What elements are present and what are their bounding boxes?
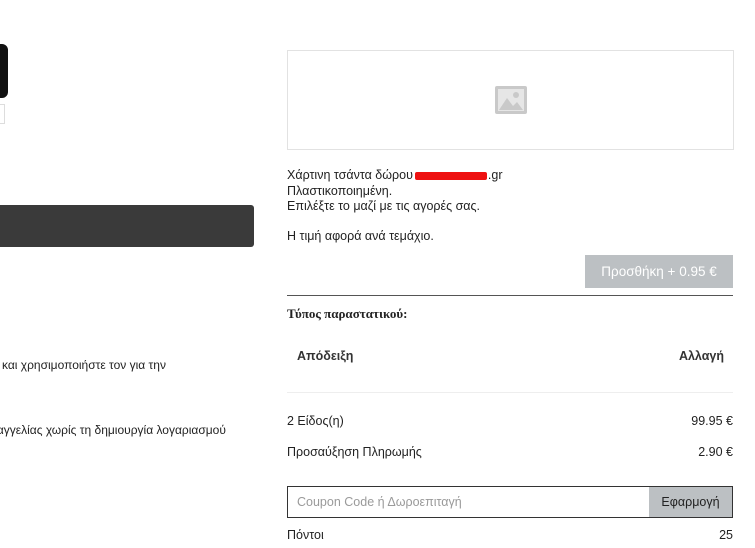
- surcharge-value: 2.90 €: [698, 445, 733, 459]
- items-row: 2 Είδος(η) 99.95 €: [287, 412, 733, 430]
- left-info-text-1: ό και χρησιμοποιήστε τον για την: [0, 358, 166, 372]
- change-document-link[interactable]: Αλλαγή: [679, 349, 724, 363]
- points-label: Πόντοι: [287, 528, 324, 542]
- left-panel: ό και χρησιμοποιήστε τον για την ς ραγγε…: [0, 0, 262, 548]
- surcharge-label: Προσαύξηση Πληρωμής: [287, 445, 422, 459]
- coupon-input[interactable]: [288, 487, 649, 517]
- left-info-text-3: ραγγελίας χωρίς τη δημιουργία λογαριασμο…: [0, 423, 226, 437]
- add-gift-bag-button[interactable]: Προσθήκη + 0.95 €: [585, 255, 733, 288]
- coupon-form: Εφαρμογή: [287, 486, 733, 518]
- points-row: Πόντοι 25: [287, 526, 733, 544]
- document-type-label: Τύπος παραστατικού:: [287, 306, 408, 321]
- section-divider: [287, 295, 733, 296]
- points-value: 25: [719, 528, 733, 542]
- desc-line-1: Χάρτινη τσάντα δώρου .gr: [287, 168, 733, 184]
- apply-coupon-button[interactable]: Εφαρμογή: [649, 487, 732, 517]
- desc-line-1-suffix: .gr: [487, 168, 503, 182]
- desc-line-2: Πλαστικοποιημένη.: [287, 183, 393, 198]
- payment-surcharge-row: Προσαύξηση Πληρωμής 2.90 €: [287, 443, 733, 461]
- product-description: Χάρτινη τσάντα δώρου .gr Πλαστικοποιημένη…: [287, 168, 733, 215]
- left-action-bar[interactable]: [0, 205, 254, 247]
- price-note: Η τιμή αφορά ανά τεμάχιο.: [287, 229, 434, 243]
- dark-thumbnail-box[interactable]: [0, 44, 8, 98]
- order-summary-panel: Χάρτινη τσάντα δώρου .gr Πλαστικοποιημένη…: [287, 0, 734, 548]
- desc-line-1-prefix: Χάρτινη τσάντα δώρου: [287, 168, 413, 182]
- document-type-value: Απόδειξη: [297, 349, 354, 363]
- small-input-box[interactable]: [0, 104, 5, 124]
- items-label: 2 Είδος(η): [287, 414, 344, 428]
- items-value: 99.95 €: [691, 414, 733, 428]
- gift-bag-image: [287, 50, 734, 150]
- document-type-row: Απόδειξη Αλλαγή: [297, 347, 724, 365]
- redacted-brand-mark: [414, 171, 487, 180]
- image-placeholder-icon: [494, 86, 527, 114]
- desc-line-3: Επιλέξτε το μαζί με τις αγορές σας.: [287, 199, 481, 213]
- light-divider: [287, 392, 733, 393]
